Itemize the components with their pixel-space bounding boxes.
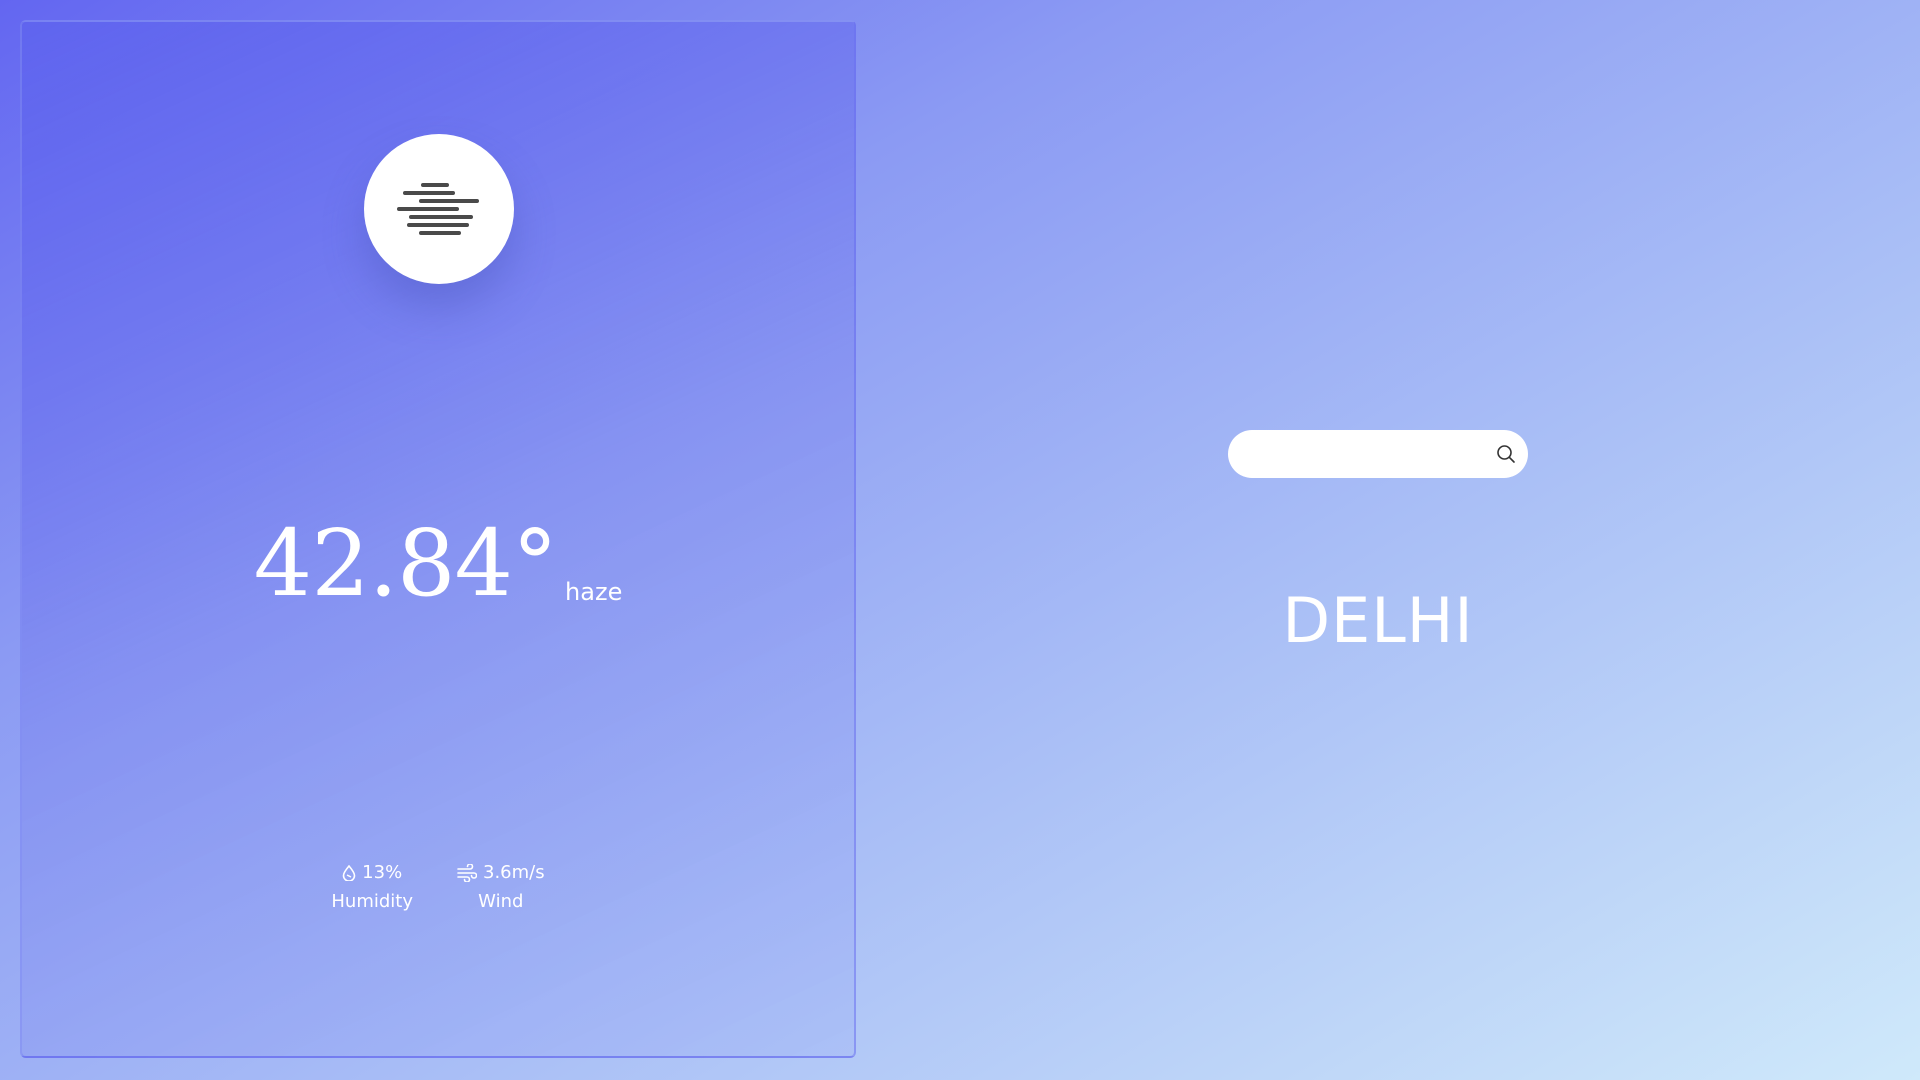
search-icon <box>1497 445 1515 463</box>
humidity-stat: 13% Humidity <box>331 862 413 912</box>
search-bar <box>1228 430 1528 478</box>
droplet-icon <box>342 864 356 881</box>
search-input[interactable] <box>1228 430 1484 478</box>
city-name: DELHI <box>1282 584 1474 657</box>
wind-value: 3.6m/s <box>483 862 545 883</box>
search-button[interactable] <box>1484 430 1528 478</box>
weather-icon-badge <box>364 134 514 284</box>
weather-condition: haze <box>565 578 623 606</box>
weather-card: 42.84° haze 13% Humidity 3.6m/s Wind <box>20 20 856 1058</box>
humidity-label: Humidity <box>331 891 413 912</box>
weather-stats: 13% Humidity 3.6m/s Wind <box>22 862 854 912</box>
humidity-value: 13% <box>362 862 403 883</box>
wind-stat: 3.6m/s Wind <box>457 862 545 912</box>
haze-icon <box>397 183 479 235</box>
wind-label: Wind <box>478 891 524 912</box>
temperature-value: 42.84° <box>253 510 558 617</box>
temperature-row: 42.84° haze <box>22 518 854 610</box>
wind-icon <box>457 863 477 882</box>
